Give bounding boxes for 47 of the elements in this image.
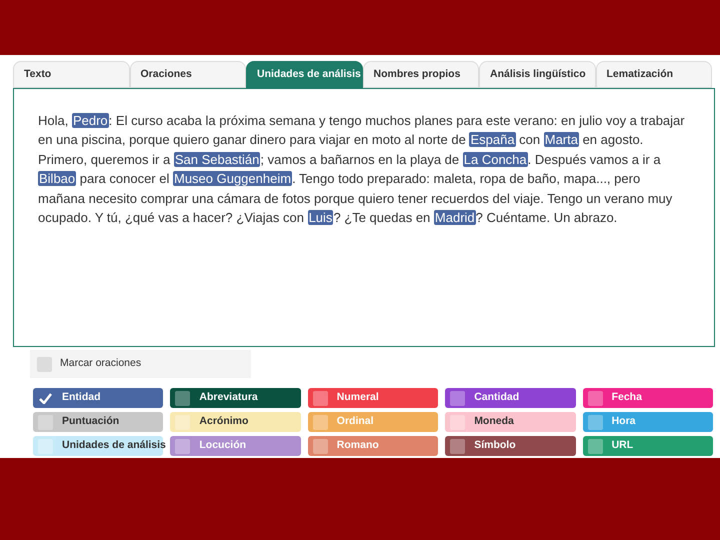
checkbox[interactable] bbox=[175, 438, 190, 454]
checkbox-label: Marcar oraciones bbox=[60, 356, 142, 372]
check-icon bbox=[39, 392, 52, 404]
category-label: Entidad bbox=[62, 390, 100, 406]
category-toggle[interactable]: Fecha bbox=[582, 388, 713, 408]
category-toggle[interactable]: Numeral bbox=[308, 388, 438, 408]
category-label: URL bbox=[612, 438, 634, 454]
category-label: Acrónimo bbox=[199, 414, 248, 430]
category-label: Unidades de análisis bbox=[62, 438, 166, 454]
category-toggle[interactable]: Puntuación bbox=[33, 412, 164, 432]
checkbox[interactable] bbox=[312, 390, 328, 406]
checkbox[interactable] bbox=[175, 390, 190, 406]
tab[interactable]: Análisis lingüístico bbox=[479, 61, 596, 88]
category-label: Romano bbox=[336, 438, 379, 454]
category-toggle[interactable]: Unidades de análisis bbox=[33, 436, 164, 456]
checkbox[interactable] bbox=[450, 438, 466, 454]
category-toggle[interactable]: Cantidad bbox=[445, 388, 576, 408]
category-label: Numeral bbox=[336, 390, 379, 406]
checkbox[interactable] bbox=[312, 414, 328, 430]
tab[interactable]: Oraciones bbox=[130, 61, 246, 88]
category-toggle[interactable]: Símbolo bbox=[445, 436, 576, 456]
tab[interactable]: Nombres propios bbox=[362, 61, 479, 88]
checkbox[interactable] bbox=[588, 414, 603, 430]
category-label: Símbolo bbox=[474, 438, 516, 454]
category-label: Puntuación bbox=[62, 414, 120, 430]
category-toggle[interactable]: Abreviatura bbox=[170, 388, 301, 408]
category-toggle[interactable]: URL bbox=[582, 436, 713, 456]
tab[interactable]: Texto bbox=[13, 61, 130, 88]
text-paragraph: Hola, Pedro: El curso acaba la próxima semana y tengo muchos planes para este verano: en julio voy a trabajar en una piscina, porque quiero ganar dinero para viajar en moto al norte de España con Marta en agosto. Primero, queremos ir a San Sebastián; vamos a bañarnos en la playa de La Concha. Después vamos a ir a Bilbao para conocer el Museo Guggenheim. Tengo todo preparado: maleta, ropa de baño, mapa..., pero mañana necesito comprar una cámara de fotos porque quiero tener recuerdos del viaje. Tengo un verano muy ocupado. Y tú, ¿qué vas a hacer? ¿Viajas con Luis? ¿Te quedas en Madrid? Cuéntame. Un abrazo. bbox=[38, 112, 686, 228]
category-label: Cantidad bbox=[474, 390, 520, 406]
category-label: Fecha bbox=[612, 390, 642, 406]
category-label: Hora bbox=[612, 414, 636, 430]
checkbox[interactable] bbox=[450, 390, 466, 406]
tab[interactable]: Unidades de análisis bbox=[246, 61, 362, 88]
tab[interactable]: Lematización bbox=[596, 61, 712, 88]
checkbox[interactable] bbox=[175, 414, 190, 430]
category-label: Locución bbox=[199, 438, 246, 454]
category-toggle[interactable]: Moneda bbox=[445, 412, 576, 432]
category-toggle[interactable]: Entidad bbox=[33, 388, 164, 408]
checkbox[interactable] bbox=[588, 390, 603, 406]
checkbox[interactable] bbox=[588, 438, 603, 454]
category-label: Moneda bbox=[474, 414, 514, 430]
category-toggle[interactable]: Acrónimo bbox=[170, 412, 301, 432]
checkbox[interactable] bbox=[38, 390, 53, 406]
category-label: Ordinal bbox=[336, 414, 374, 430]
category-label: Abreviatura bbox=[199, 390, 258, 406]
checkbox[interactable] bbox=[312, 438, 328, 454]
